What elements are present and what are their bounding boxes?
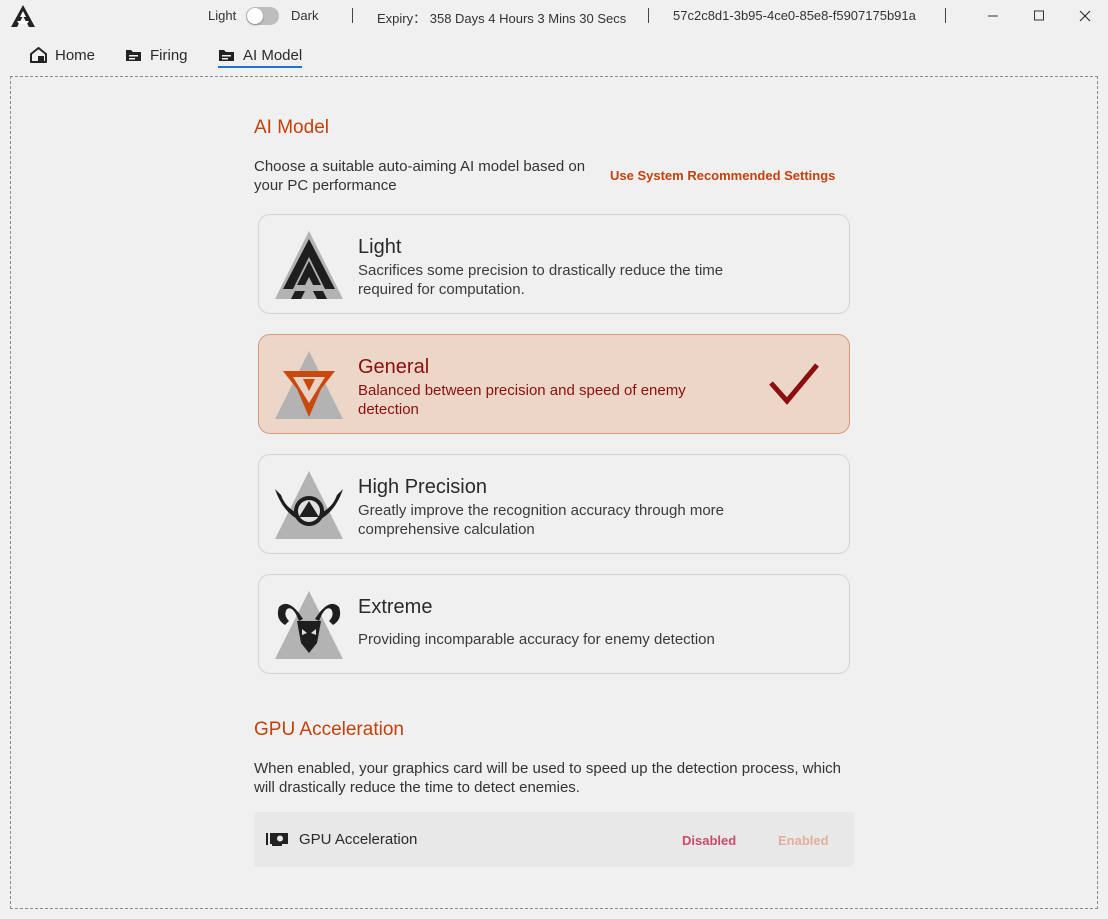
ai-model-title: AI Model [254,117,329,138]
app-logo-icon [11,5,35,27]
model-name: General [358,356,430,378]
home-icon [30,47,47,63]
ai-model-description: Choose a suitable auto-aiming AI model b… [254,158,586,194]
machine-id-text: 57c2c8d1-3b95-4ce0-85e8-f5907175b91a [673,8,916,23]
model-name: High Precision [358,476,487,498]
general-model-icon [275,351,343,419]
minimize-icon [988,15,998,17]
divider [648,8,649,23]
gpu-icon [266,833,288,846]
close-button[interactable] [1070,4,1100,28]
extreme-model-icon [275,591,343,659]
model-description: Providing incomparable accuracy for enem… [358,631,715,648]
tab-label: Firing [150,46,188,64]
theme-dark-label: Dark [291,8,319,23]
title-bar: Light Dark Expiry： 358 Days 4 Hours 3 Mi… [0,0,1108,34]
tab-ai-model[interactable]: AI Model [218,40,303,70]
model-name: Extreme [358,596,433,618]
minimize-button[interactable] [978,4,1008,28]
tab-firing[interactable]: Firing [125,40,188,70]
folder-icon [219,50,234,61]
light-model-icon [275,231,343,299]
close-icon [1079,10,1091,22]
divider [945,8,946,23]
tab-bar: Home Firing AI Model [0,40,1108,72]
maximize-icon [1034,10,1044,21]
gpu-acceleration-label: GPU Acceleration [299,831,418,848]
high-precision-model-icon [275,471,343,539]
tab-home[interactable]: Home [30,40,95,70]
divider [352,8,353,23]
model-option-extreme[interactable]: Extreme Providing incomparable accuracy … [258,574,850,674]
expiry-text: Expiry： 358 Days 4 Hours 3 Mins 30 Secs [377,11,627,26]
gpu-acceleration-title: GPU Acceleration [254,719,404,740]
folder-icon [126,50,141,61]
gpu-acceleration-description: When enabled, your graphics card will be… [254,760,842,796]
model-description: Balanced between precision and speed of … [358,382,686,418]
model-option-high-precision[interactable]: High Precision Greatly improve the recog… [258,454,850,554]
model-description: Sacrifices some precision to drastically… [358,262,724,298]
gpu-enabled-option[interactable]: Enabled [778,833,829,848]
gpu-disabled-option[interactable]: Disabled [682,833,736,848]
gpu-acceleration-row: GPU Acceleration Disabled Enabled [254,812,854,867]
tab-label: Home [55,46,96,64]
use-recommended-settings-button[interactable]: Use System Recommended Settings [610,168,835,183]
maximize-button[interactable] [1024,4,1054,28]
theme-toggle[interactable] [246,7,279,25]
theme-light-label: Light [208,8,237,23]
checkmark-icon [769,363,819,405]
tab-label: AI Model [243,46,303,64]
model-option-general[interactable]: General Balanced between precision and s… [258,334,850,434]
model-option-light[interactable]: Light Sacrifices some precision to drast… [258,214,850,314]
model-name: Light [358,236,402,258]
toggle-knob [247,8,263,24]
model-description: Greatly improve the recognition accuracy… [358,502,725,538]
